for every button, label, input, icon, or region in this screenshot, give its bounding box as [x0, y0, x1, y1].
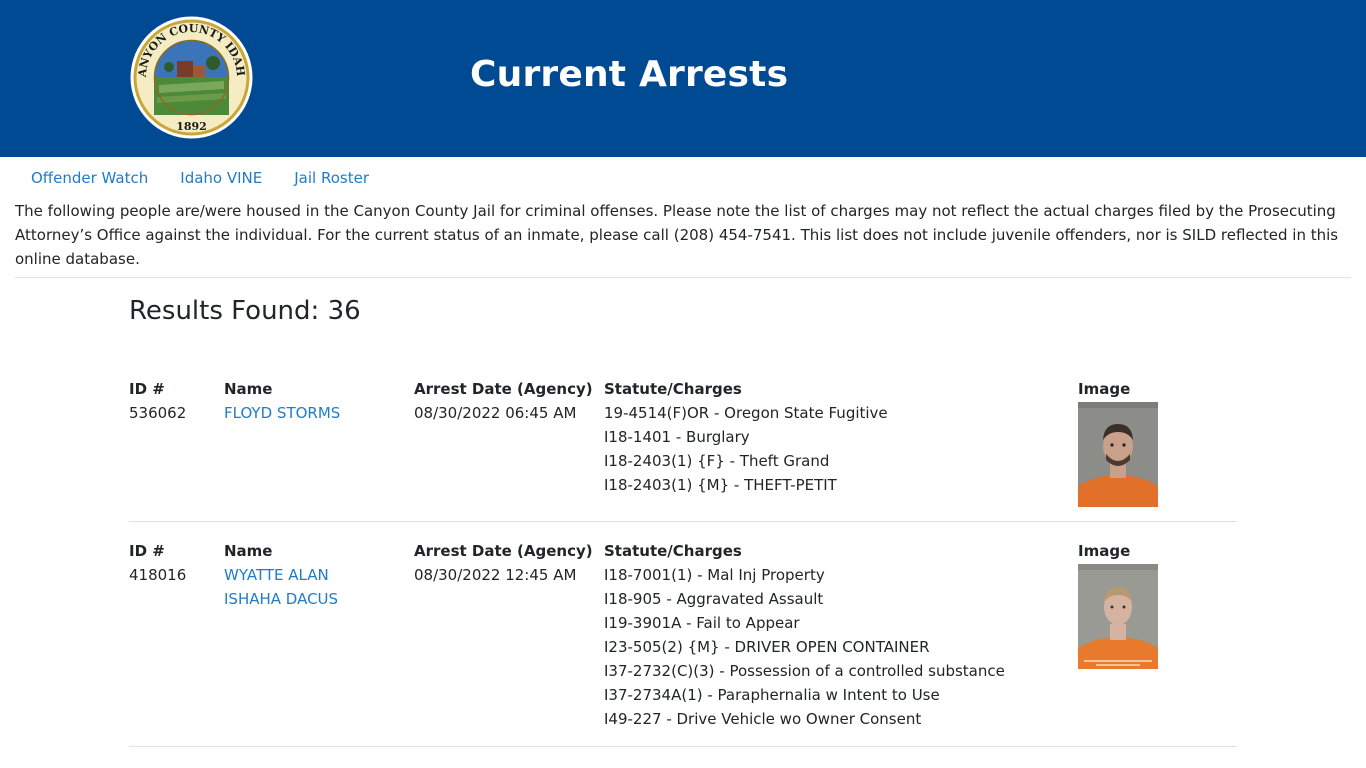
inmate-id: 418016: [129, 566, 187, 584]
charges-header: Statute/Charges: [604, 542, 742, 560]
mugshot-image[interactable]: [1078, 564, 1158, 669]
charge-item: I18-1401 - Burglary: [604, 428, 750, 446]
charge-item: I18-905 - Aggravated Assault: [604, 590, 824, 608]
id-header: ID #: [129, 542, 165, 560]
arrest-date-column: Arrest Date (Agency) 08/30/2022 06:45 AM: [414, 377, 594, 425]
charges-column: Statute/Charges 19-4514(F)OR - Oregon St…: [604, 377, 1074, 497]
image-header: Image: [1078, 542, 1131, 560]
charge-item: I23-505(2) {M} - DRIVER OPEN CONTAINER: [604, 638, 930, 656]
name-column: Name FLOYD STORMS: [224, 377, 404, 425]
row-divider: [129, 746, 1237, 747]
arrest-date-header: Arrest Date (Agency): [414, 380, 593, 398]
charge-item: I37-2734A(1) - Paraphernalia w Intent to…: [604, 686, 940, 704]
charges-header: Statute/Charges: [604, 380, 742, 398]
mugshot-image[interactable]: [1078, 402, 1158, 507]
page-header: CANYON COUNTY IDAHO 1892 Current Arrests: [0, 0, 1366, 157]
charge-item: I18-2403(1) {F} - Theft Grand: [604, 452, 830, 470]
inmate-name-link[interactable]: WYATTE ALAN ISHAHA DACUS: [224, 563, 404, 611]
charge-item: I18-7001(1) - Mal Inj Property: [604, 566, 825, 584]
name-header: Name: [224, 380, 273, 398]
arrest-date: 08/30/2022 12:45 AM: [414, 566, 577, 584]
inmate-name-link[interactable]: FLOYD STORMS: [224, 401, 404, 425]
charge-item: I19-3901A - Fail to Appear: [604, 614, 800, 632]
page-title: Current Arrests: [470, 54, 789, 95]
charges-column: Statute/Charges I18-7001(1) - Mal Inj Pr…: [604, 539, 1074, 731]
id-column: ID # 418016: [129, 539, 219, 587]
results-count: Results Found: 36: [129, 296, 361, 326]
id-header: ID #: [129, 380, 165, 398]
nav-link-offender-watch[interactable]: Offender Watch: [15, 166, 164, 190]
canyon-county-seal-logo: CANYON COUNTY IDAHO 1892: [129, 15, 253, 139]
seal-year-text: 1892: [176, 120, 207, 133]
image-header: Image: [1078, 380, 1131, 398]
id-column: ID # 536062: [129, 377, 219, 425]
section-divider: [15, 277, 1351, 278]
nav-link-idaho-vine[interactable]: Idaho VINE: [164, 166, 278, 190]
name-header: Name: [224, 542, 273, 560]
row-divider: [129, 521, 1237, 522]
charge-item: 19-4514(F)OR - Oregon State Fugitive: [604, 404, 888, 422]
image-column: Image: [1078, 539, 1178, 669]
arrest-record: ID # 418016 Name WYATTE ALAN ISHAHA DACU…: [129, 539, 1237, 739]
inmate-name-line: WYATTE ALAN: [224, 566, 329, 584]
top-nav: Offender Watch Idaho VINE Jail Roster: [15, 166, 385, 190]
arrest-date-header: Arrest Date (Agency): [414, 542, 593, 560]
nav-link-jail-roster[interactable]: Jail Roster: [278, 166, 385, 190]
charge-item: I18-2403(1) {M} - THEFT-PETIT: [604, 476, 837, 494]
arrest-record: ID # 536062 Name FLOYD STORMS Arrest Dat…: [129, 377, 1237, 507]
inmate-name-line: ISHAHA DACUS: [224, 590, 339, 608]
charge-item: I37-2732(C)(3) - Possession of a control…: [604, 662, 1005, 680]
name-column: Name WYATTE ALAN ISHAHA DACUS: [224, 539, 404, 611]
image-column: Image: [1078, 377, 1178, 507]
inmate-id: 536062: [129, 404, 187, 422]
charge-item: I49-227 - Drive Vehicle wo Owner Consent: [604, 710, 922, 728]
arrest-date: 08/30/2022 06:45 AM: [414, 404, 577, 422]
arrest-date-column: Arrest Date (Agency) 08/30/2022 12:45 AM: [414, 539, 594, 587]
intro-disclaimer: The following people are/were housed in …: [15, 202, 1339, 268]
